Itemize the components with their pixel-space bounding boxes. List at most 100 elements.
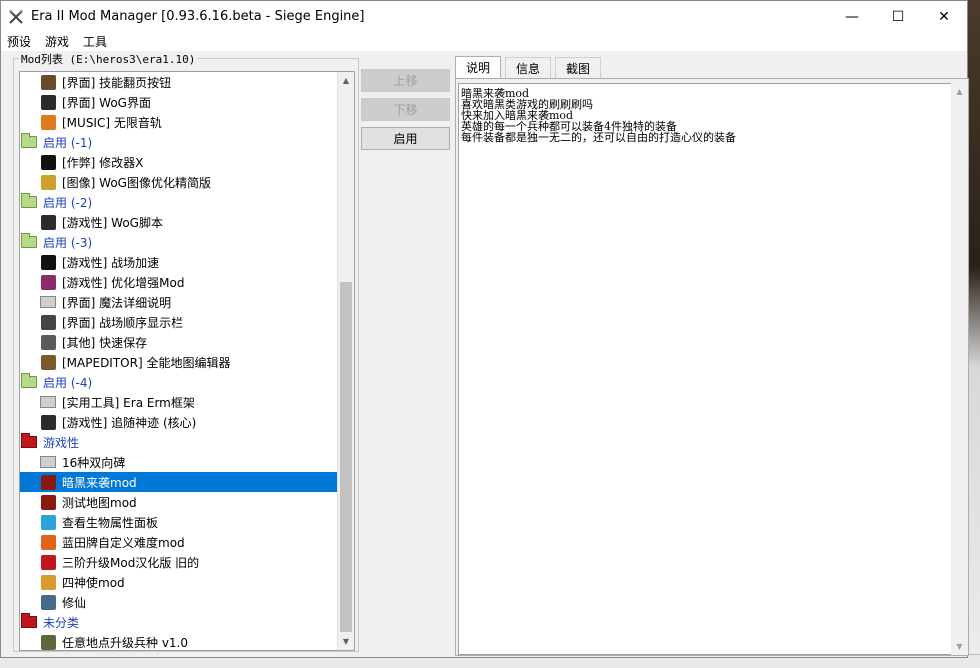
mod-list-scrollbar[interactable]: ▲ ▼ — [337, 72, 354, 650]
minimize-button[interactable]: — — [829, 1, 875, 32]
mod-list-item[interactable]: [实用工具] Era Erm框架 — [20, 392, 338, 412]
move-up-button[interactable]: 上移 — [361, 69, 450, 92]
folder-icon — [21, 373, 37, 390]
mod-label: 四神使mod — [62, 575, 125, 590]
mod-list-item[interactable]: [MAPEDITOR] 全能地图编辑器 — [20, 352, 338, 372]
mod-label: [游戏性] WoG脚本 — [62, 215, 163, 230]
mod-group-row[interactable]: 启用 (-3) — [20, 232, 338, 252]
scroll-down-arrow-icon[interactable]: ▼ — [338, 633, 354, 650]
description-scrollbar[interactable]: ▲ ▼ — [951, 83, 968, 655]
mod-list-item[interactable]: [界面] 战场顺序显示栏 — [20, 312, 338, 332]
menu-bar: 预设 游戏 工具 — [1, 32, 967, 51]
creature-icon — [40, 514, 56, 530]
immortal-icon — [40, 594, 56, 610]
mod-list-item[interactable]: [MUSIC] 无限音轨 — [20, 112, 338, 132]
folder-icon — [21, 613, 37, 630]
mod-label: 启用 (-3) — [43, 235, 93, 250]
mod-list-item[interactable]: 蓝田牌自定义难度mod — [20, 532, 338, 552]
mod-label: [其他] 快速保存 — [62, 335, 148, 350]
scroll-up-arrow-icon[interactable]: ▲ — [951, 83, 968, 100]
mod-list-item[interactable]: 测试地图mod — [20, 492, 338, 512]
wog-icon — [40, 94, 56, 110]
mod-list-item[interactable]: [界面] 魔法详细说明 — [20, 292, 338, 312]
mod-list-item[interactable]: 16种双向碑 — [20, 452, 338, 472]
mod-label: [MAPEDITOR] 全能地图编辑器 — [62, 355, 231, 370]
menu-presets[interactable]: 预设 — [7, 33, 31, 50]
close-button[interactable]: ✕ — [921, 1, 967, 32]
tab-screenshot[interactable]: 截图 — [555, 57, 602, 78]
mod-list[interactable]: [界面] 技能翻页按钮 [界面] WoG界面 [MUSIC] 无限音轨启用 (-1)… — [19, 71, 355, 651]
description-line: 每件装备都是独一无二的，还可以自由的打造心仪的装备 — [461, 131, 736, 144]
mod-label: 暗黑来袭mod — [62, 475, 137, 490]
mod-label: [游戏性] 追随神迹 (核心) — [62, 415, 197, 430]
tab-description[interactable]: 说明 — [455, 56, 502, 78]
mod-list-item[interactable]: 四神使mod — [20, 572, 338, 592]
mod-manager-window: Era II Mod Manager [0.93.6.16.beta - Sie… — [0, 0, 969, 658]
mod-label: 启用 (-2) — [43, 195, 93, 210]
tab-info[interactable]: 信息 — [505, 57, 552, 78]
mod-list-item[interactable]: [界面] WoG界面 — [20, 92, 338, 112]
mod-group-row[interactable]: 游戏性 — [20, 432, 338, 452]
maximize-button[interactable]: ☐ — [875, 1, 921, 32]
difficulty-icon — [40, 534, 56, 550]
mod-label: 测试地图mod — [62, 495, 137, 510]
mod-group-row[interactable]: 启用 (-2) — [20, 192, 338, 212]
enable-button[interactable]: 启用 — [361, 127, 450, 150]
folder-icon — [40, 454, 56, 470]
mod-list-item[interactable]: 修仙 — [20, 592, 338, 612]
folder-icon — [40, 294, 56, 310]
enhance-icon — [40, 274, 56, 290]
skull-icon — [40, 154, 56, 170]
app-icon — [1, 1, 31, 32]
mod-label: 修仙 — [62, 595, 87, 610]
mod-label: [作弊] 修改器X — [62, 155, 144, 170]
mod-list-item[interactable]: [游戏性] WoG脚本 — [20, 212, 338, 232]
mod-list-item[interactable]: [游戏性] 追随神迹 (核心) — [20, 412, 338, 432]
mod-list-item[interactable]: [游戏性] 优化增强Mod — [20, 272, 338, 292]
wog-icon — [40, 414, 56, 430]
scroll-thumb[interactable] — [340, 282, 352, 632]
menu-game[interactable]: 游戏 — [45, 33, 69, 50]
menu-tools[interactable]: 工具 — [83, 33, 107, 50]
detail-tabs: 说明 信息 截图 — [455, 56, 605, 78]
upgrade-troops-icon — [40, 634, 56, 650]
scroll-down-arrow-icon[interactable]: ▼ — [951, 638, 968, 655]
music-icon — [40, 114, 56, 130]
mod-group-row[interactable]: 启用 (-4) — [20, 372, 338, 392]
mod-label: [游戏性] 战场加速 — [62, 255, 160, 270]
move-down-button[interactable]: 下移 — [361, 98, 450, 121]
description-text[interactable]: 暗黑来袭mod 喜欢暗黑类游戏的刷刷刷吗 快来加入暗黑来袭mod 英雄的每一个兵… — [458, 83, 952, 655]
scroll-up-arrow-icon[interactable]: ▲ — [338, 72, 354, 89]
mod-group-row[interactable]: 未分类 — [20, 612, 338, 632]
mod-label: [界面] 战场顺序显示栏 — [62, 315, 184, 330]
mod-list-item[interactable]: [界面] 技能翻页按钮 — [20, 72, 338, 92]
image-icon — [40, 174, 56, 190]
save-icon — [40, 334, 56, 350]
folder-icon — [21, 233, 37, 250]
mod-list-item[interactable]: 三阶升级Mod汉化版 旧的 — [20, 552, 338, 572]
folder-icon — [21, 193, 37, 210]
window-title: Era II Mod Manager [0.93.6.16.beta - Sie… — [31, 9, 365, 24]
map-editor-icon — [40, 354, 56, 370]
skill-icon — [40, 74, 56, 90]
mod-list-item[interactable]: [作弊] 修改器X — [20, 152, 338, 172]
mod-list-item[interactable]: [其他] 快速保存 — [20, 332, 338, 352]
mod-group-row[interactable]: 启用 (-1) — [20, 132, 338, 152]
folder-icon — [21, 133, 37, 150]
description-panel: 暗黑来袭mod 喜欢暗黑类游戏的刷刷刷吗 快来加入暗黑来袭mod 英雄的每一个兵… — [455, 78, 969, 656]
mod-list-item[interactable]: 任意地点升级兵种 v1.0 — [20, 632, 338, 650]
mod-list-item[interactable]: 查看生物属性面板 — [20, 512, 338, 532]
mod-label: [MUSIC] 无限音轨 — [62, 115, 162, 130]
mod-list-item[interactable]: [图像] WoG图像优化精简版 — [20, 172, 338, 192]
dark-icon — [40, 474, 56, 490]
wog-icon — [40, 214, 56, 230]
mod-list-item[interactable]: [游戏性] 战场加速 — [20, 252, 338, 272]
mod-label: 启用 (-1) — [43, 135, 93, 150]
folder-icon — [40, 394, 56, 410]
mod-label: [界面] 技能翻页按钮 — [62, 75, 172, 90]
dark-icon — [40, 494, 56, 510]
mod-list-label: Mod列表 (E:\heros3\era1.10) — [19, 51, 198, 67]
run-icon — [40, 254, 56, 270]
title-bar[interactable]: Era II Mod Manager [0.93.6.16.beta - Sie… — [1, 1, 967, 32]
mod-list-item[interactable]: 暗黑来袭mod — [20, 472, 338, 492]
